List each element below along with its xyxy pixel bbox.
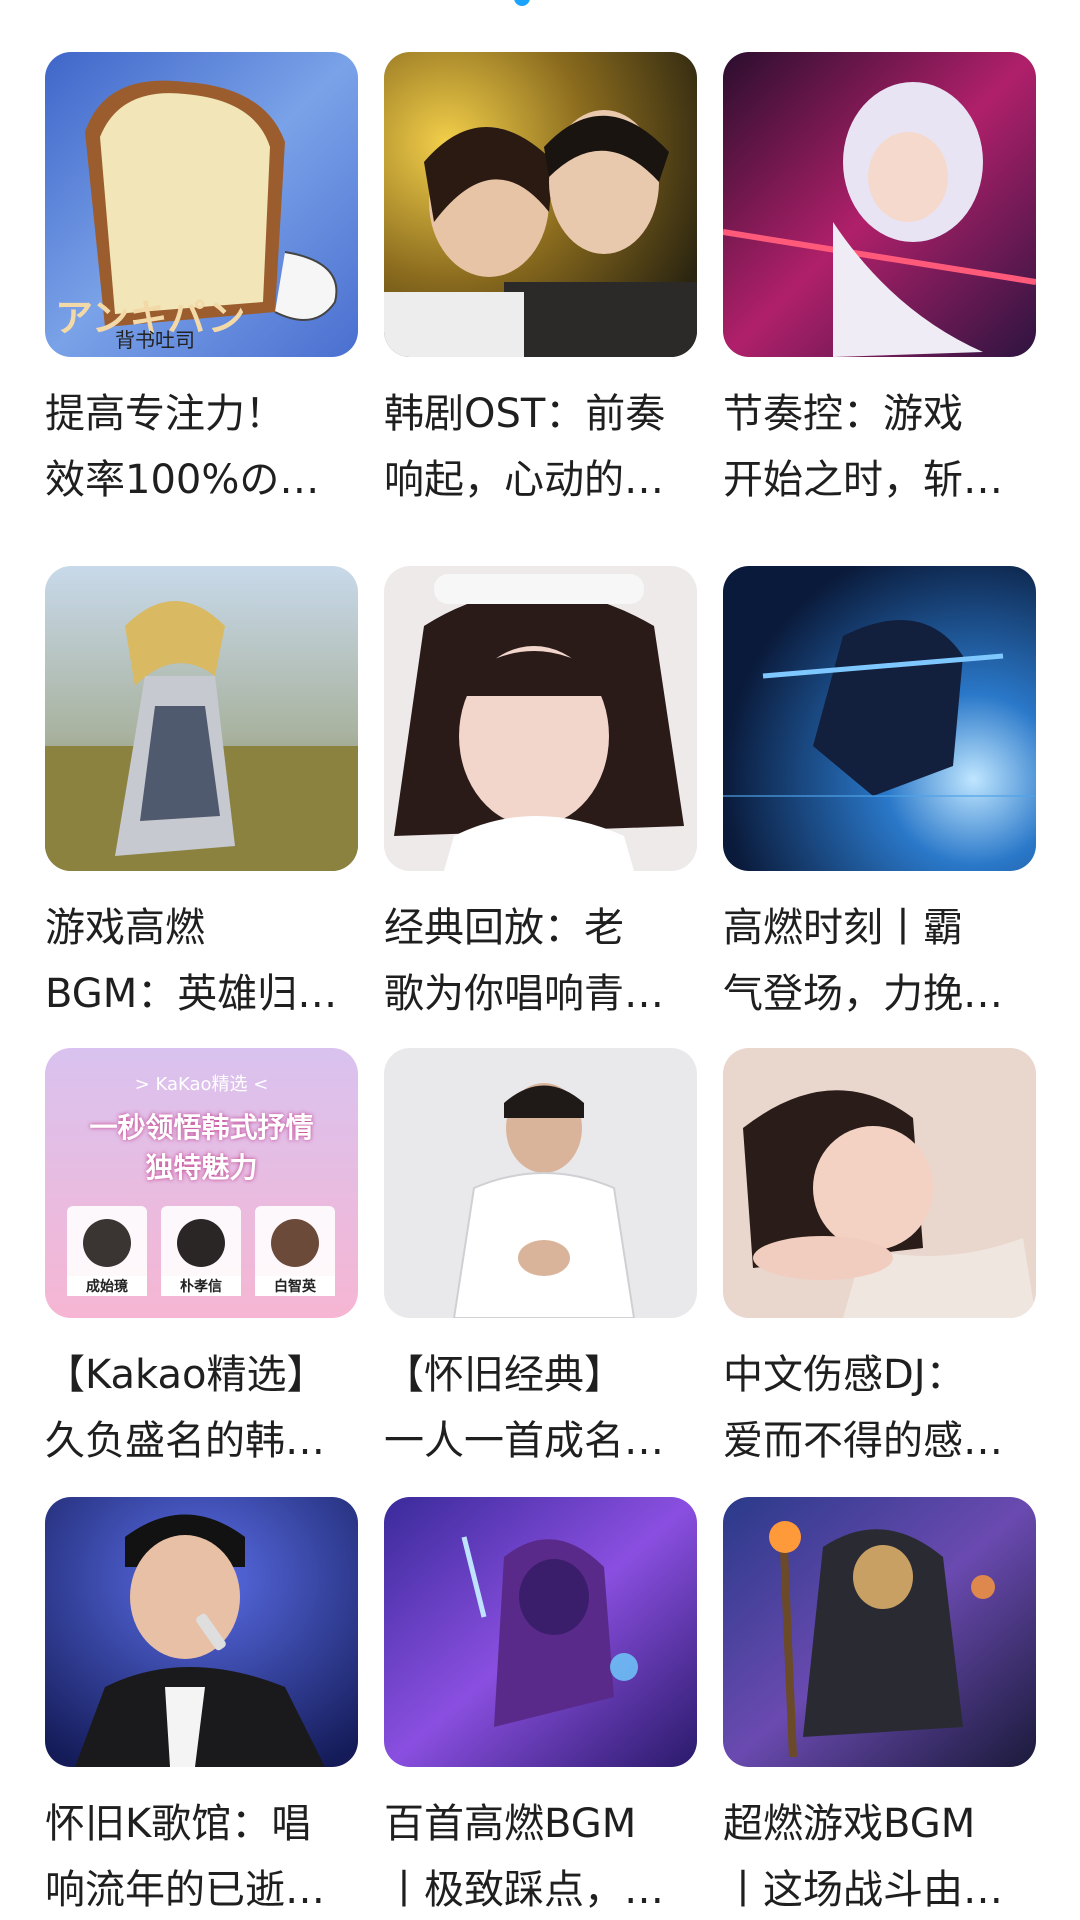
playlist-cover[interactable] [723,1048,1036,1318]
playlist-title[interactable]: 提高专注力！ 效率100%の… [45,381,358,513]
playlist-cover[interactable] [723,566,1036,871]
playlist-title[interactable]: 中文伤感DJ： 爱而不得的感… [723,1342,1036,1474]
playlist-title[interactable]: 游戏高燃 BGM：英雄归… [45,895,358,1027]
playlist-card[interactable]: 怀旧K歌馆：唱 响流年的已逝… [45,1497,358,1920]
playlist-cover[interactable] [384,566,697,871]
playlist-cover[interactable] [45,1497,358,1767]
playlist-card[interactable]: 经典回放：老 歌为你唱响青… [384,566,697,1027]
playlist-title[interactable]: 超燃游戏BGM 丨这场战斗由… [723,1791,1036,1920]
playlist-cover[interactable] [723,1497,1036,1767]
playlist-title[interactable]: 百首高燃BGM 丨极致踩点，… [384,1791,697,1920]
playlist-title[interactable]: 经典回放：老 歌为你唱响青… [384,895,697,1027]
promo-headline: 一秒领悟韩式抒情 [89,1111,314,1144]
playlist-card[interactable]: 高燃时刻丨霸 气登场，力挽… [723,566,1036,1027]
playlist-card[interactable]: 游戏高燃 BGM：英雄归… [45,566,358,1027]
playlist-card[interactable]: 超燃游戏BGM 丨这场战斗由… [723,1497,1036,1920]
playlist-title[interactable]: 【Kakao精选】 久负盛名的韩… [45,1342,358,1474]
playlist-card[interactable]: 【怀旧经典】 一人一首成名… [384,1048,697,1474]
promo-headline: 独特魅力 [145,1151,258,1184]
playlist-cover[interactable] [723,52,1036,357]
playlist-title[interactable]: 韩剧OST：前奏 响起，心动的… [384,381,697,513]
artist-name-tag: 成始璄 [67,1276,147,1296]
playlist-cover[interactable] [384,1048,697,1318]
playlist-card[interactable]: 百首高燃BGM 丨极致踩点，… [384,1497,697,1920]
playlist-card[interactable]: 节奏控：游戏 开始之时，斩… [723,52,1036,513]
playlist-title[interactable]: 【怀旧经典】 一人一首成名… [384,1342,697,1474]
cover-art-subtext: 背书吐司 [115,328,195,352]
promo-tag: > KaKao精选 < [134,1074,269,1095]
playlist-cover[interactable] [384,52,697,357]
artist-name-tag: 朴孝信 [161,1276,241,1296]
playlist-title[interactable]: 高燃时刻丨霸 气登场，力挽… [723,895,1036,1027]
playlist-cover[interactable]: > KaKao精选 < 一秒领悟韩式抒情 独特魅力 成始璄 朴孝信 白智英 [45,1048,358,1318]
playlist-grid: アンキパン 背书吐司 提高专注力！ 效率100%の… 韩剧OST：前奏 响起，心… [0,0,1080,1920]
playlist-title[interactable]: 节奏控：游戏 开始之时，斩… [723,381,1036,513]
playlist-card[interactable]: 中文伤感DJ： 爱而不得的感… [723,1048,1036,1474]
playlist-card[interactable]: 韩剧OST：前奏 响起，心动的… [384,52,697,513]
playlist-card[interactable]: > KaKao精选 < 一秒领悟韩式抒情 独特魅力 成始璄 朴孝信 白智英 【K… [45,1048,358,1474]
playlist-title[interactable]: 怀旧K歌馆：唱 响流年的已逝… [45,1791,358,1920]
playlist-cover[interactable]: アンキパン 背书吐司 [45,52,358,357]
playlist-cover[interactable] [384,1497,697,1767]
artist-name-tag: 白智英 [255,1276,335,1296]
playlist-cover[interactable] [45,566,358,871]
playlist-card[interactable]: アンキパン 背书吐司 提高专注力！ 效率100%の… [45,52,358,513]
playlist-page: アンキパン 背书吐司 提高专注力！ 效率100%の… 韩剧OST：前奏 响起，心… [0,0,1080,1920]
